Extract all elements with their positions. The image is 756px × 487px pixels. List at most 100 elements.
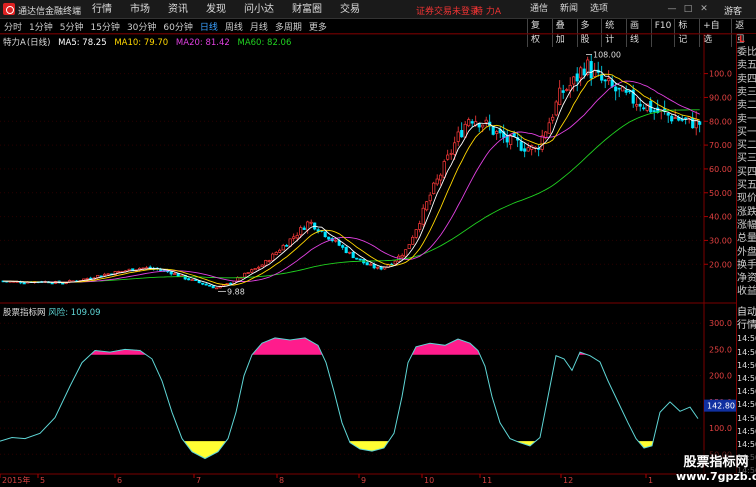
candle-body [509, 134, 513, 145]
candle-body [281, 244, 285, 251]
kline-chart[interactable]: 100.0 90.00 80.00 70.00 60.00 50.00 40.00 30.00… [0, 0, 756, 487]
candle-body [607, 78, 611, 82]
high-annotation: 108.00 [593, 51, 621, 60]
risk-line [0, 337, 699, 460]
candle-body [698, 121, 702, 125]
side-quote-label: 涨跌 [737, 206, 756, 218]
candle-body [260, 264, 264, 268]
candle-body [278, 249, 282, 253]
price-tick-label: 50.00 [709, 189, 732, 198]
candle-body [481, 124, 485, 128]
candle-body [358, 258, 362, 261]
candle-body [428, 194, 432, 202]
candle-body [302, 227, 306, 230]
risk-value: 风险: 109.09 [48, 308, 101, 318]
candle-body [526, 147, 530, 152]
side-quote-label: 卖四 [737, 73, 756, 85]
candle-body [22, 282, 26, 285]
quote-side-panel: L 委比 卖五 卖四 卖三 卖二 卖一 买一 买二 买三 买四 买五 现价 涨跌 涨幅 总量 外盘 换手 净资 收益… [736, 34, 756, 475]
candle-body [551, 116, 555, 121]
ma10-value: MA10: 79.70 [114, 38, 169, 48]
candle-body [470, 121, 474, 124]
x-axis-label: 2015年 [2, 475, 30, 485]
side-tick-time: 14:50 [737, 387, 756, 397]
ma10-line [3, 73, 700, 286]
candle-body [435, 178, 439, 185]
candle-body [610, 79, 614, 87]
side-tick-time: 14:50 [737, 347, 756, 357]
side-quote-label: 买二 [737, 140, 756, 152]
candle-body [670, 115, 674, 122]
candle-body [127, 268, 131, 271]
candle-body [617, 87, 621, 90]
candle-body [453, 142, 457, 155]
side-quote-label: 卖五 [737, 60, 756, 72]
x-axis-label: 12 [563, 476, 573, 485]
candle-body [603, 79, 607, 82]
candle-body [197, 280, 201, 284]
candle-body [460, 130, 464, 138]
ma60-value: MA60: 82.06 [237, 38, 292, 48]
x-axis-label: 9 [361, 476, 366, 485]
candle-body [173, 273, 177, 275]
candle-body [85, 278, 89, 280]
candle-body [267, 260, 271, 262]
main-info-line: 特力A(日线) MA5: 78.25 MA10: 79.70 MA20: 81.… [3, 36, 296, 48]
side-quote-label: 买四 [737, 166, 756, 178]
side-tick-time: 自动 [737, 307, 756, 318]
candle-body [446, 154, 450, 160]
side-quote-label: 卖三 [737, 86, 756, 98]
candle-body [614, 86, 618, 92]
side-quote-label: 外盘 [737, 246, 756, 258]
candle-body [376, 266, 380, 269]
side-quote-label: 现价 [737, 193, 756, 205]
candle-body [635, 104, 639, 107]
ind-tick-label: 100.0 [709, 424, 732, 433]
side-tick-time: 14:50 [737, 426, 756, 436]
candle-body [253, 268, 257, 271]
candle-body [285, 245, 289, 247]
candle-body [103, 273, 107, 276]
candle-body [442, 161, 446, 178]
candle-body [117, 271, 121, 273]
candle-body [456, 131, 460, 142]
ind-badge-label: 142.80 [707, 402, 735, 411]
candle-body [575, 73, 579, 82]
price-tick-label: 70.00 [709, 141, 732, 150]
x-axis-label: 5 [40, 476, 45, 485]
candle-body [246, 272, 250, 274]
candle-body [621, 86, 625, 92]
candle-body [572, 76, 576, 85]
candle-body [106, 273, 110, 276]
candle-body [250, 269, 254, 273]
ma60-line [3, 109, 700, 283]
ma20-line [3, 80, 700, 283]
candle-body [484, 119, 488, 123]
stock-name: 特力A [3, 38, 26, 48]
low-risk-zone [205, 441, 218, 459]
price-tick-label: 90.00 [709, 93, 732, 102]
side-quote-label: 换手 [737, 259, 756, 271]
price-tick-label: 60.00 [709, 165, 732, 174]
price-tick-label: 100.0 [709, 70, 732, 79]
candle-body [579, 67, 583, 79]
side-tick-time: 14:50 [737, 413, 756, 423]
candle-body [540, 135, 544, 150]
candle-body [393, 260, 397, 265]
side-quote-label: 总量 [737, 233, 756, 245]
watermark: 股票指标网 www.7gpzb.com [676, 450, 756, 487]
high-risk-zone [275, 337, 290, 355]
side-quote-label: 净资 [737, 273, 756, 285]
x-axis-label: 10 [424, 476, 434, 485]
candle-body [215, 287, 219, 290]
ind-tick-label: 250.0 [709, 345, 732, 354]
candle-body [568, 84, 572, 91]
side-tick-time: 14:50 [737, 400, 756, 410]
candle-body [351, 251, 355, 259]
candle-body [323, 231, 327, 238]
candle-body [348, 251, 352, 254]
candle-body [327, 236, 331, 240]
candle-body [274, 252, 278, 255]
candle-body [642, 107, 646, 110]
side-top-label: L [739, 35, 745, 45]
